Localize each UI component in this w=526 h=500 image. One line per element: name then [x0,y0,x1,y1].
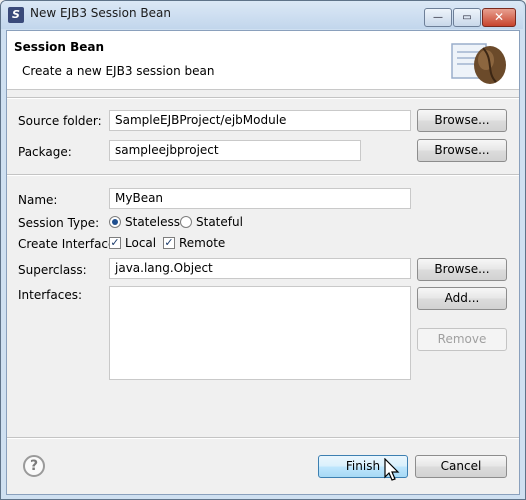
name-field[interactable]: MyBean [109,188,411,209]
page-title: Session Bean [14,40,105,54]
interfaces-list[interactable] [109,286,411,380]
session-type-label: Session Type: [18,216,100,230]
stateless-label[interactable]: Stateless [125,215,180,229]
stateful-label[interactable]: Stateful [196,215,243,229]
bean-icon [451,43,506,84]
add-interface-button[interactable]: Add... [417,287,507,310]
create-interface-label: Create Interface: [18,237,120,251]
remote-checkbox[interactable]: ✓ [163,237,175,249]
source-folder-label: Source folder: [18,114,102,128]
remove-interface-button[interactable]: Remove [417,328,507,351]
maximize-button[interactable]: ▭ [453,8,481,27]
source-folder-browse-button[interactable]: Browse... [417,109,507,132]
cursor-icon [384,458,400,481]
local-label[interactable]: Local [125,236,156,250]
superclass-browse-button[interactable]: Browse... [417,258,507,281]
superclass-field[interactable]: java.lang.Object [109,258,411,279]
remote-label[interactable]: Remote [179,236,225,250]
app-icon: S [8,7,24,23]
page-description: Create a new EJB3 session bean [22,64,215,78]
package-field[interactable]: sampleejbproject [109,140,361,161]
superclass-label: Superclass: [18,263,87,277]
stateless-radio[interactable] [109,216,121,228]
separator [7,174,519,176]
separator [7,97,519,99]
name-label: Name: [18,193,58,207]
local-checkbox[interactable]: ✓ [109,237,121,249]
help-icon[interactable]: ? [23,455,45,477]
window-title: New EJB3 Session Bean [30,6,171,20]
package-browse-button[interactable]: Browse... [417,139,507,162]
minimize-button[interactable]: — [424,8,452,27]
close-button[interactable]: ✕ [482,8,516,27]
package-label: Package: [18,145,72,159]
interfaces-label: Interfaces: [18,288,83,302]
stateful-radio[interactable] [180,216,192,228]
source-folder-field[interactable]: SampleEJBProject/ejbModule [109,110,411,131]
separator [7,437,519,439]
cancel-button[interactable]: Cancel [415,455,507,478]
